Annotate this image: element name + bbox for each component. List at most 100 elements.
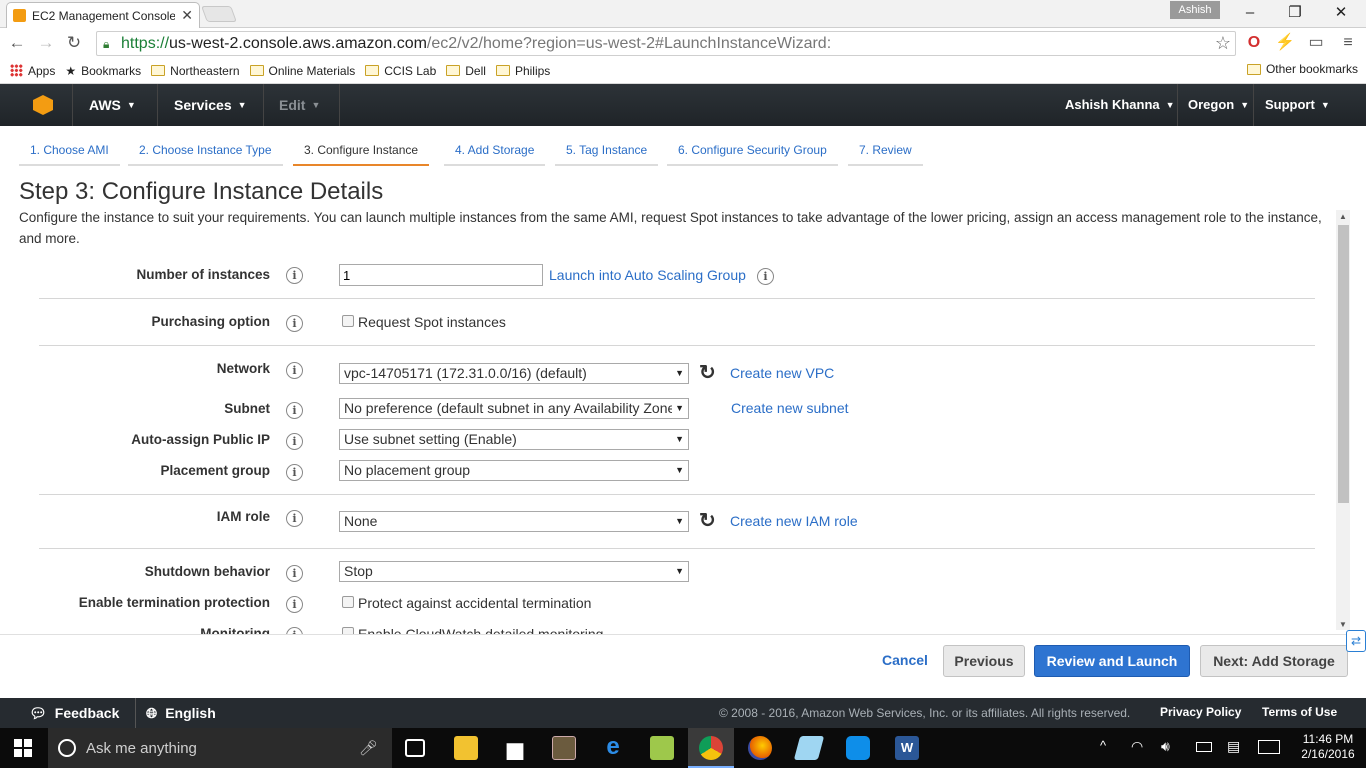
iam-select[interactable]: None ▼: [339, 511, 689, 532]
battery-icon[interactable]: [1196, 742, 1212, 752]
subnet-select[interactable]: No preference (default subnet in any Ava…: [339, 398, 689, 419]
profile-badge[interactable]: Ashish: [1170, 1, 1220, 19]
edit-menu[interactable]: Edit ▼: [279, 84, 320, 126]
forward-icon[interactable]: →: [35, 32, 57, 54]
store-icon[interactable]: [506, 743, 524, 760]
notification-icon[interactable]: ▤: [1227, 738, 1240, 755]
snipping-tool-icon[interactable]: [793, 736, 825, 760]
bookmark-northeastern[interactable]: Northeastern: [151, 64, 240, 78]
chevron-down-icon: ▼: [1165, 100, 1175, 110]
public-ip-select[interactable]: Use subnet setting (Enable) ▼: [339, 429, 689, 450]
info-icon[interactable]: i: [286, 362, 303, 379]
info-icon[interactable]: i: [286, 402, 303, 419]
info-icon[interactable]: i: [286, 315, 303, 332]
info-icon[interactable]: i: [286, 510, 303, 527]
other-bookmarks[interactable]: Other bookmarks: [1246, 62, 1358, 76]
tab-configure-security-group[interactable]: 6. Configure Security Group: [667, 138, 838, 166]
tab-add-storage[interactable]: 4. Add Storage: [444, 138, 546, 166]
tab-review[interactable]: 7. Review: [848, 138, 923, 166]
clock[interactable]: 11:46 PM 2/16/2016: [1300, 732, 1356, 762]
microphone-icon[interactable]: 🎤︎: [359, 739, 378, 757]
bookmark-star-icon[interactable]: ☆: [1215, 33, 1231, 54]
tab-choose-ami[interactable]: 1. Choose AMI: [19, 138, 120, 166]
tab-configure-instance[interactable]: 3. Configure Instance: [293, 138, 430, 166]
bookmark-dell[interactable]: Dell: [446, 64, 486, 78]
bookmark-bookmarks[interactable]: ★ Bookmarks: [65, 64, 141, 78]
minimize-icon[interactable]: –: [1236, 3, 1264, 23]
user-menu[interactable]: Ashish Khanna ▼: [1065, 84, 1175, 126]
keyboard-icon[interactable]: [1258, 740, 1280, 754]
privacy-policy-link[interactable]: Privacy Policy: [1160, 705, 1241, 719]
next-add-storage-button[interactable]: Next: Add Storage: [1200, 645, 1348, 677]
firefox-icon[interactable]: [748, 736, 772, 760]
support-menu[interactable]: Support ▼: [1265, 84, 1330, 126]
menu-icon[interactable]: ≡: [1338, 33, 1358, 53]
info-icon[interactable]: i: [286, 627, 303, 634]
review-and-launch-button[interactable]: Review and Launch: [1034, 645, 1190, 677]
chrome-icon[interactable]: [699, 736, 723, 760]
bookmark-label: Philips: [514, 63, 551, 78]
wifi-icon[interactable]: ◠: [1131, 738, 1143, 755]
scroll-up-icon[interactable]: ▲: [1339, 212, 1347, 221]
tab-choose-instance-type[interactable]: 2. Choose Instance Type: [128, 138, 283, 166]
info-icon[interactable]: i: [286, 565, 303, 582]
scroll-down-icon[interactable]: ▼: [1339, 620, 1347, 629]
create-iam-link[interactable]: Create new IAM role: [730, 513, 858, 529]
reload-icon[interactable]: ↻: [63, 32, 85, 54]
scrollbar-thumb[interactable]: [1338, 225, 1349, 503]
bookmark-ccis-lab[interactable]: CCIS Lab: [365, 64, 436, 78]
bookmark-philips[interactable]: Philips: [495, 63, 551, 78]
volume-icon[interactable]: 🔊︎: [1161, 738, 1170, 755]
placement-select[interactable]: No placement group ▼: [339, 460, 689, 481]
address-bar[interactable]: 🔒︎ https://us-west-2.console.aws.amazon.…: [96, 31, 1236, 56]
refresh-network-icon[interactable]: ↻: [699, 360, 716, 385]
info-icon[interactable]: i: [757, 268, 774, 285]
feedback-button[interactable]: 💬︎ Feedback: [29, 698, 119, 728]
shutdown-select[interactable]: Stop ▼: [339, 561, 689, 582]
back-icon[interactable]: ←: [6, 32, 28, 54]
previous-button[interactable]: Previous: [943, 645, 1025, 677]
aws-menu[interactable]: AWS ▼: [89, 84, 136, 126]
monitoring-checkbox[interactable]: [342, 627, 354, 634]
create-vpc-link[interactable]: Create new VPC: [730, 365, 834, 381]
network-select[interactable]: vpc-14705171 (172.31.0.0/16) (default) ▼: [339, 363, 689, 384]
restore-icon[interactable]: ❐: [1281, 3, 1309, 23]
info-icon[interactable]: i: [286, 433, 303, 450]
new-tab-button[interactable]: [201, 6, 237, 22]
refresh-iam-icon[interactable]: ↻: [699, 508, 716, 533]
bookmark-online-materials[interactable]: Online Materials: [249, 64, 355, 78]
bookmark-apps[interactable]: Apps: [10, 64, 55, 78]
cast-icon[interactable]: ▭: [1306, 33, 1326, 53]
cancel-button[interactable]: Cancel: [870, 645, 940, 677]
show-hidden-icons-icon[interactable]: ^: [1100, 738, 1106, 753]
task-view-icon[interactable]: [405, 739, 425, 757]
windows-start-icon[interactable]: [14, 739, 32, 757]
tab-tag-instance[interactable]: 5. Tag Instance: [555, 138, 659, 166]
edge-icon[interactable]: e: [601, 735, 625, 760]
terms-of-use-link[interactable]: Terms of Use: [1262, 705, 1337, 719]
language-button[interactable]: 🌐︎ English: [146, 698, 216, 728]
close-tab-icon[interactable]: ✕: [181, 7, 193, 24]
taskbar-search-box[interactable]: Ask me anything 🎤︎: [48, 728, 392, 768]
create-subnet-link[interactable]: Create new subnet: [731, 400, 849, 416]
services-menu[interactable]: Services ▼: [174, 84, 247, 126]
info-icon[interactable]: i: [286, 267, 303, 284]
autoscaling-link[interactable]: Launch into Auto Scaling Group: [549, 267, 746, 283]
browser-tab[interactable]: EC2 Management Console ✕: [6, 2, 200, 28]
lightning-extension-icon[interactable]: ⚡: [1275, 33, 1295, 53]
aws-logo-icon[interactable]: [33, 95, 53, 115]
file-explorer-icon[interactable]: [454, 736, 478, 760]
spot-checkbox[interactable]: [342, 315, 354, 327]
num-instances-input[interactable]: [339, 264, 543, 286]
word-icon[interactable]: W: [895, 736, 919, 760]
teamviewer-widget-icon[interactable]: ⇄: [1346, 630, 1366, 652]
close-window-icon[interactable]: ✕: [1327, 3, 1355, 23]
region-menu[interactable]: Oregon ▼: [1188, 84, 1249, 126]
sublime-text-icon[interactable]: [552, 736, 576, 760]
teamviewer-icon[interactable]: [846, 736, 870, 760]
termination-checkbox[interactable]: [342, 596, 354, 608]
info-icon[interactable]: i: [286, 464, 303, 481]
photos-icon[interactable]: [650, 736, 674, 760]
opera-extension-icon[interactable]: O: [1244, 33, 1264, 53]
info-icon[interactable]: i: [286, 596, 303, 613]
